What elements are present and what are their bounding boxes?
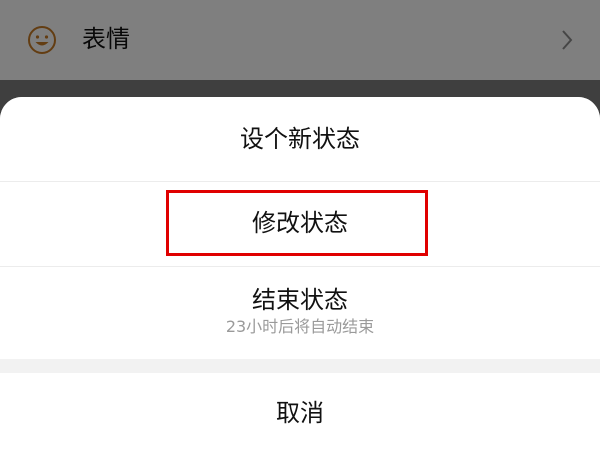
- end-status-subtitle: 23小时后将自动结束: [225, 317, 375, 336]
- edit-status-option[interactable]: 修改状态: [0, 182, 600, 267]
- section-divider: [0, 359, 600, 373]
- edit-status-label: 修改状态: [252, 209, 348, 237]
- set-new-status-option[interactable]: 设个新状态: [0, 97, 600, 182]
- end-status-label: 结束状态: [252, 286, 348, 314]
- cancel-button[interactable]: 取消: [0, 373, 600, 450]
- action-sheet: 设个新状态 修改状态 结束状态 23小时后将自动结束 取消: [0, 97, 600, 450]
- set-new-status-label: 设个新状态: [240, 125, 360, 153]
- end-status-option[interactable]: 结束状态 23小时后将自动结束: [0, 267, 600, 359]
- cancel-label: 取消: [276, 399, 324, 427]
